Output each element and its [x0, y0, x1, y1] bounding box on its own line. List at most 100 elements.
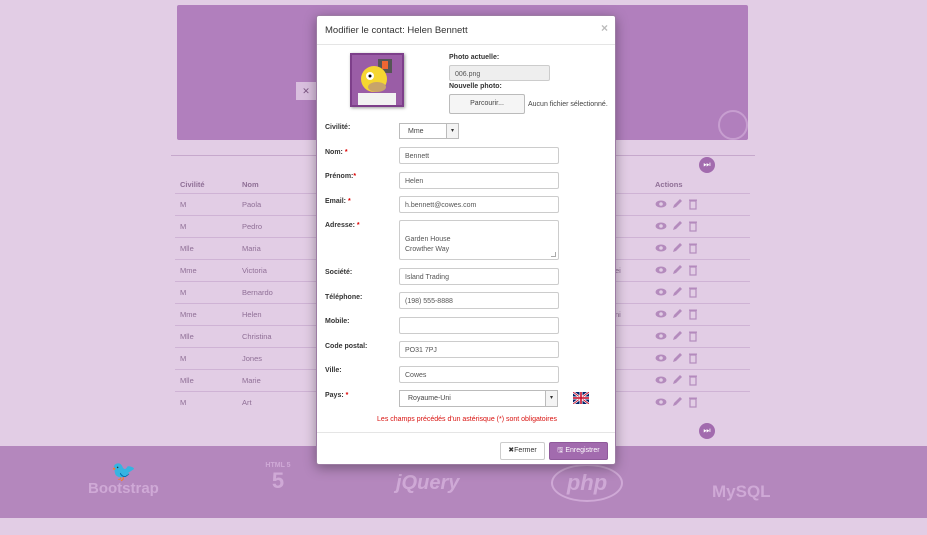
cell-civilite: Mlle	[180, 332, 194, 341]
code-postal-label: Code postal:	[325, 343, 368, 350]
societe-input[interactable]: Island Trading	[399, 268, 559, 285]
pager-last-icon: ⏭	[699, 157, 715, 173]
modal-header: Modifier le contact: Helen Bennett ×	[317, 16, 615, 45]
browse-file-button[interactable]: Parcourir...	[449, 94, 525, 114]
view-icon	[655, 244, 667, 252]
view-icon	[655, 222, 667, 230]
edit-icon	[673, 199, 682, 208]
edit-contact-modal: Modifier le contact: Helen Bennett × Pho…	[316, 15, 616, 465]
row-actions	[655, 352, 699, 364]
edit-icon	[673, 309, 682, 318]
view-icon	[655, 266, 667, 274]
adresse-value: Garden House Crowther Way	[405, 236, 451, 253]
alert-close-icon: ✕	[296, 82, 316, 100]
required-fields-note: Les champs précédés d'un astérisque (*) …	[377, 416, 557, 423]
cell-nom: Christina	[242, 332, 272, 341]
row-actions	[655, 264, 699, 276]
file-status-text: Aucun fichier sélectionné.	[528, 101, 608, 108]
header-nom: Nom	[242, 180, 259, 189]
ville-input[interactable]: Cowes	[399, 366, 559, 383]
row-actions	[655, 374, 699, 386]
pays-value: Royaume-Uni	[408, 395, 451, 402]
telephone-label: Téléphone:	[325, 294, 363, 301]
mysql-logo: MySQL	[712, 482, 771, 501]
cell-civilite: Mlle	[180, 376, 194, 385]
mobile-input[interactable]	[399, 317, 559, 334]
save-icon: 🖫	[557, 447, 564, 454]
cell-nom: Victoria	[242, 266, 267, 275]
delete-icon	[689, 221, 697, 232]
cell-nom: Jones	[242, 354, 263, 363]
view-icon	[655, 332, 667, 340]
row-actions	[655, 396, 699, 408]
pays-dropdown-icon: ▾	[545, 391, 557, 406]
cell-nom: Maria	[242, 244, 261, 253]
uk-flag-icon	[573, 392, 589, 404]
edit-icon	[673, 287, 682, 296]
view-icon	[655, 354, 667, 362]
edit-icon	[673, 265, 682, 274]
email-label: Email: *	[325, 198, 351, 205]
societe-label: Société:	[325, 269, 353, 276]
nom-label: Nom: *	[325, 149, 348, 156]
pays-select[interactable]: Royaume-Uni ▾	[399, 390, 558, 407]
header-actions: Actions	[655, 180, 683, 189]
email-input[interactable]: h.bennett@cowes.com	[399, 196, 559, 213]
telephone-input[interactable]: (198) 555-8888	[399, 292, 559, 309]
prenom-label: Prénom:*	[325, 173, 357, 180]
view-icon	[655, 376, 667, 384]
code-postal-input[interactable]: PO31 7PJ	[399, 341, 559, 358]
nouvelle-photo-label: Nouvelle photo:	[449, 83, 502, 90]
contact-photo	[350, 53, 404, 107]
delete-icon	[689, 309, 697, 320]
edit-icon	[673, 353, 682, 362]
civilite-label: Civilité:	[325, 124, 351, 131]
adresse-label: Adresse: *	[325, 222, 360, 229]
cell-nom: Helen	[242, 310, 262, 319]
modal-title: Modifier le contact: Helen Bennett	[325, 25, 468, 36]
enregistrer-button[interactable]: 🖫 Enregistrer	[549, 442, 608, 460]
modal-close-icon[interactable]: ×	[601, 21, 608, 35]
edit-icon	[673, 243, 682, 252]
jquery-logo: jQuery	[396, 472, 460, 494]
row-actions	[655, 286, 699, 298]
delete-icon	[689, 199, 697, 210]
mobile-label: Mobile:	[325, 318, 350, 325]
php-logo: php	[551, 464, 623, 502]
cell-nom: Bernardo	[242, 288, 273, 297]
nom-input[interactable]: Bennett	[399, 147, 559, 164]
edit-icon	[673, 331, 682, 340]
pager-last-bottom-icon: ⏭	[699, 423, 715, 439]
prenom-input[interactable]: Helen	[399, 172, 559, 189]
cell-nom: Pedro	[242, 222, 263, 231]
cell-civilite: M	[180, 354, 187, 363]
delete-icon	[689, 397, 697, 408]
cell-nom: Paola	[242, 200, 262, 209]
view-icon	[655, 200, 667, 208]
ville-label: Ville:	[325, 367, 342, 374]
civilite-dropdown-icon: ▾	[446, 124, 458, 138]
civilite-select[interactable]: Mme ▾	[399, 123, 459, 139]
row-actions	[655, 308, 699, 320]
homer-avatar-icon	[352, 55, 402, 105]
photo-actuelle-field: 006.png	[449, 65, 550, 81]
row-actions	[655, 220, 699, 232]
banner-decoration	[718, 110, 748, 140]
cell-civilite: M	[180, 200, 187, 209]
cell-nom: Art	[242, 398, 252, 407]
cell-civilite: M	[180, 288, 187, 297]
civilite-value: Mme	[408, 128, 424, 135]
resize-handle-icon[interactable]	[551, 252, 556, 257]
fermer-button[interactable]: ✖Fermer	[500, 442, 545, 460]
delete-icon	[689, 331, 697, 342]
view-icon	[655, 310, 667, 318]
edit-icon	[673, 375, 682, 384]
delete-icon	[689, 287, 697, 298]
adresse-textarea[interactable]: Garden House Crowther Way	[399, 220, 559, 260]
delete-icon	[689, 353, 697, 364]
row-actions	[655, 242, 699, 254]
row-actions	[655, 330, 699, 342]
cell-civilite: M	[180, 398, 187, 407]
cell-civilite: Mlle	[180, 244, 194, 253]
view-icon	[655, 288, 667, 296]
